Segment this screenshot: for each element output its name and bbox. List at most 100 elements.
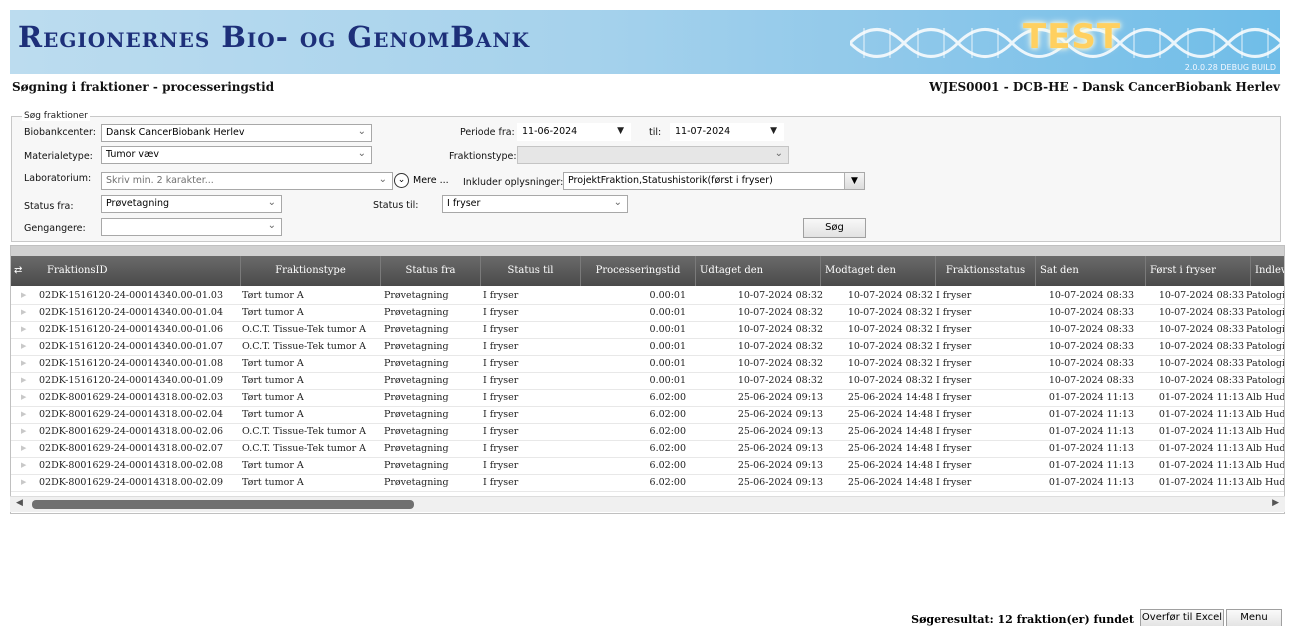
cell-udtaget-den: 25-06-2024 09:13 <box>737 443 823 454</box>
row-indicator-icon: ▶ <box>21 325 27 333</box>
cell-fraktionstype: Tørt tumor A <box>242 392 304 403</box>
cell-indleveret: Patologi <box>1246 324 1285 335</box>
table-row[interactable]: ▶ 02DK-8001629-24-00014318.00-02.07 O.C.T.… <box>11 441 1284 458</box>
status-fra-select[interactable]: Prøvetagning ⌄ <box>101 195 282 213</box>
periode-fra-datepicker[interactable]: 11-06-2024 ▼ <box>517 123 631 141</box>
col-processeringstid[interactable]: Processeringstid <box>581 256 696 286</box>
cell-fraktionstype: Tørt tumor A <box>242 409 304 420</box>
cell-sat-den: 10-07-2024 08:33 <box>1048 341 1134 352</box>
chevron-down-icon: ⌄ <box>378 174 387 185</box>
cell-status-til: I fryser <box>483 341 519 352</box>
col-fraktionsid[interactable]: FraktionsID <box>27 256 241 286</box>
table-row[interactable]: ▶ 02DK-8001629-24-00014318.00-02.03 Tørt t… <box>11 390 1284 407</box>
cell-udtaget-den: 10-07-2024 08:32 <box>737 375 823 386</box>
row-indicator-icon: ▶ <box>21 427 27 435</box>
table-row[interactable]: ▶ 02DK-1516120-24-00014340.00-01.04 Tørt t… <box>11 305 1284 322</box>
cell-status-fra: Prøvetagning <box>384 341 449 352</box>
cell-fraktionsid: 02DK-8001629-24-00014318.00-02.08 <box>39 460 224 471</box>
status-til-select[interactable]: I fryser ⌄ <box>442 195 628 213</box>
cell-processeringstid: 6.02:00 <box>649 477 686 488</box>
laboratorium-input[interactable]: Skriv min. 2 karakter... ⌄ <box>101 172 393 190</box>
cell-foerst-i-fryser: 10-07-2024 08:33 <box>1158 324 1244 335</box>
cell-status-til: I fryser <box>483 324 519 335</box>
cell-fraktionstype: O.C.T. Tissue-Tek tumor A <box>242 443 367 454</box>
cell-status-fra: Prøvetagning <box>384 443 449 454</box>
cell-modtaget-den: 10-07-2024 08:32 <box>847 375 933 386</box>
menu-button[interactable]: Menu <box>1226 609 1282 626</box>
col-sat-den[interactable]: Sat den <box>1036 256 1146 286</box>
horizontal-scrollbar[interactable]: ◀ ▶ <box>10 496 1285 512</box>
expand-more-icon[interactable]: ⌄ <box>394 173 409 188</box>
cell-status-til: I fryser <box>483 460 519 471</box>
table-row[interactable]: ▶ 02DK-8001629-24-00014318.00-02.08 Tørt t… <box>11 458 1284 475</box>
user-context: WJES0001 - DCB-HE - Dansk CancerBiobank … <box>929 80 1280 94</box>
chevron-down-icon: ⌄ <box>267 197 276 208</box>
cell-udtaget-den: 25-06-2024 09:13 <box>737 477 823 488</box>
fraktionstype-select[interactable]: ⌄ <box>517 146 789 164</box>
cell-sat-den: 10-07-2024 08:33 <box>1048 358 1134 369</box>
scroll-left-icon[interactable]: ◀ <box>16 498 23 508</box>
column-chooser-icon[interactable]: ⇄ <box>14 265 26 277</box>
cell-fraktionsid: 02DK-1516120-24-00014340.00-01.07 <box>39 341 224 352</box>
til-datepicker[interactable]: 11-07-2024 ▼ <box>670 123 784 141</box>
cell-status-fra: Prøvetagning <box>384 290 449 301</box>
cell-processeringstid: 0.00:01 <box>649 375 686 386</box>
table-row[interactable]: ▶ 02DK-8001629-24-00014318.00-02.09 Tørt t… <box>11 475 1284 492</box>
col-foerst-i-fryser[interactable]: Først i fryser <box>1146 256 1251 286</box>
table-row[interactable]: ▶ 02DK-1516120-24-00014340.00-01.08 Tørt t… <box>11 356 1284 373</box>
cell-indleveret: Patologi <box>1246 290 1285 301</box>
table-row[interactable]: ▶ 02DK-8001629-24-00014318.00-02.06 O.C.T.… <box>11 424 1284 441</box>
materialetype-label: Materialetype: <box>24 151 93 162</box>
col-fraktionsstatus[interactable]: Fraktionsstatus <box>936 256 1036 286</box>
mere-link[interactable]: Mere ... <box>413 175 449 186</box>
cell-processeringstid: 6.02:00 <box>649 460 686 471</box>
col-status-til[interactable]: Status til <box>481 256 581 286</box>
cell-modtaget-den: 25-06-2024 14:48 <box>847 460 933 471</box>
col-udtaget-den[interactable]: Udtaget den <box>696 256 821 286</box>
cell-fraktionstype: Tørt tumor A <box>242 477 304 488</box>
col-fraktionstype[interactable]: Fraktionstype <box>241 256 381 286</box>
cell-status-fra: Prøvetagning <box>384 409 449 420</box>
col-modtaget-den[interactable]: Modtaget den <box>821 256 936 286</box>
inkluder-select[interactable]: ProjektFraktion,Statushistorik(først i f… <box>563 172 865 190</box>
cell-modtaget-den: 25-06-2024 14:48 <box>847 392 933 403</box>
cell-fraktionsid: 02DK-1516120-24-00014340.00-01.06 <box>39 324 224 335</box>
cell-status-til: I fryser <box>483 409 519 420</box>
table-row[interactable]: ▶ 02DK-8001629-24-00014318.00-02.04 Tørt t… <box>11 407 1284 424</box>
biobankcenter-select[interactable]: Dansk CancerBiobank Herlev ⌄ <box>101 124 372 142</box>
dropdown-arrow-icon[interactable]: ▼ <box>844 173 864 189</box>
col-status-fra[interactable]: Status fra <box>381 256 481 286</box>
cell-foerst-i-fryser: 10-07-2024 08:33 <box>1158 290 1244 301</box>
cell-modtaget-den: 25-06-2024 14:48 <box>847 409 933 420</box>
row-indicator-icon: ▶ <box>21 291 27 299</box>
cell-modtaget-den: 10-07-2024 08:32 <box>847 307 933 318</box>
dropdown-arrow-icon: ▼ <box>617 126 624 136</box>
cell-indleveret: Patologi <box>1246 375 1285 386</box>
cell-fraktionsid: 02DK-8001629-24-00014318.00-02.04 <box>39 409 224 420</box>
cell-processeringstid: 0.00:01 <box>649 341 686 352</box>
export-excel-button[interactable]: Overfør til Excel <box>1140 609 1224 626</box>
cell-indleveret: Patologi <box>1246 341 1285 352</box>
cell-fraktionsstatus: I fryser <box>936 324 972 335</box>
col-indleveret[interactable]: Indleve <box>1251 256 1284 286</box>
cell-fraktionsid: 02DK-8001629-24-00014318.00-02.06 <box>39 426 224 437</box>
scrollbar-thumb[interactable] <box>32 500 414 509</box>
table-row[interactable]: ▶ 02DK-1516120-24-00014340.00-01.07 O.C.T.… <box>11 339 1285 356</box>
cell-foerst-i-fryser: 10-07-2024 08:33 <box>1158 341 1244 352</box>
row-indicator-icon: ▶ <box>21 410 27 418</box>
cell-status-fra: Prøvetagning <box>384 375 449 386</box>
cell-fraktionstype: Tørt tumor A <box>242 290 304 301</box>
cell-foerst-i-fryser: 10-07-2024 08:33 <box>1158 375 1244 386</box>
table-row[interactable]: ▶ 02DK-1516120-24-00014340.00-01.03 Tørt t… <box>11 288 1285 305</box>
scroll-right-icon[interactable]: ▶ <box>1272 498 1279 508</box>
cell-fraktionsid: 02DK-1516120-24-00014340.00-01.08 <box>39 358 224 369</box>
cell-fraktionsid: 02DK-1516120-24-00014340.00-01.09 <box>39 375 224 386</box>
search-button[interactable]: Søg <box>803 218 866 238</box>
cell-sat-den: 01-07-2024 11:13 <box>1048 443 1134 454</box>
table-row[interactable]: ▶ 02DK-1516120-24-00014340.00-01.09 Tørt t… <box>11 373 1285 390</box>
table-row[interactable]: ▶ 02DK-1516120-24-00014340.00-01.06 O.C.T.… <box>11 322 1285 339</box>
gengangere-select[interactable]: ⌄ <box>101 218 282 236</box>
biobankcenter-label: Biobankcenter: <box>24 127 96 138</box>
materialetype-select[interactable]: Tumor væv ⌄ <box>101 146 372 164</box>
cell-status-fra: Prøvetagning <box>384 426 449 437</box>
